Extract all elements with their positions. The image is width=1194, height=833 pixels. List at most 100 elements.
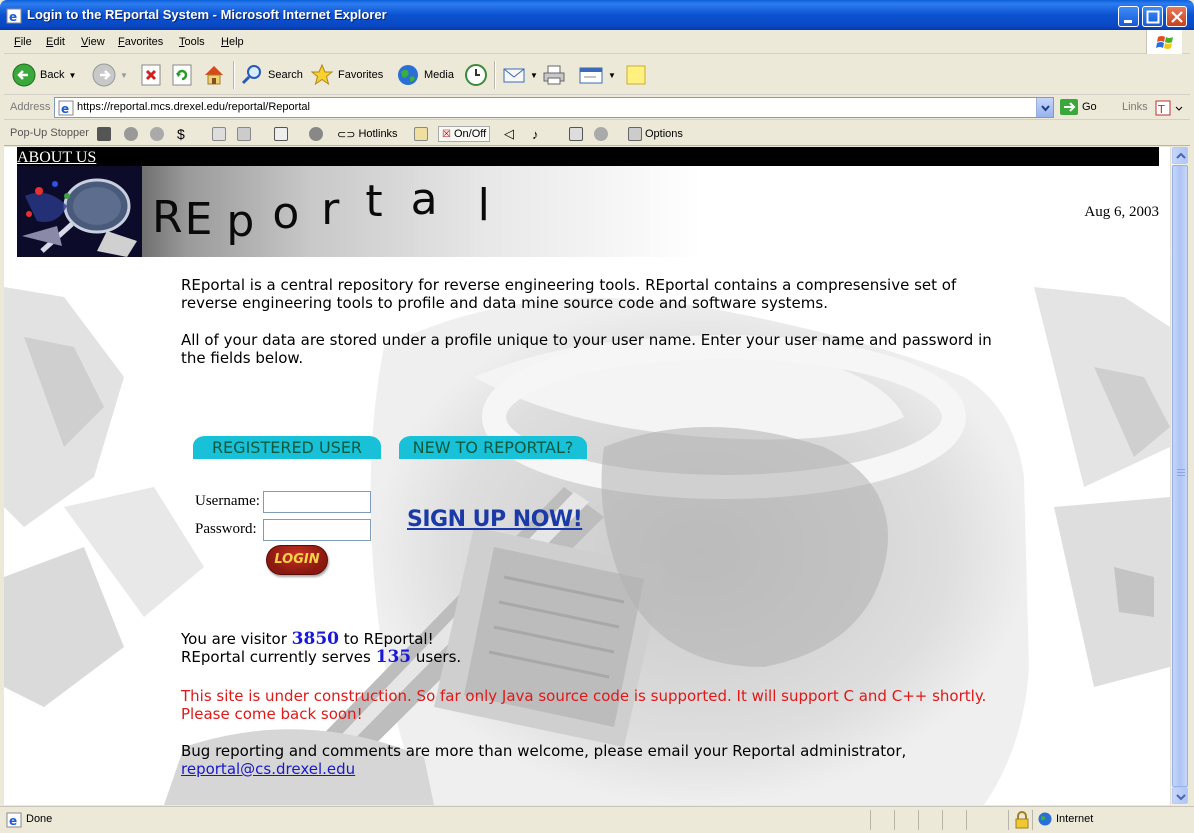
folder-icon[interactable] — [414, 126, 428, 142]
close-button[interactable] — [1166, 6, 1187, 27]
address-url: https://reportal.mcs.drexel.edu/reportal… — [77, 101, 310, 113]
popup-tool-window-icon[interactable] — [569, 126, 583, 142]
admin-email-link[interactable]: reportal@cs.drexel.edu — [181, 760, 355, 778]
go-button[interactable]: Go — [1060, 99, 1097, 115]
mail-button[interactable]: ▼ — [502, 60, 538, 90]
forward-button[interactable]: ▼ — [92, 60, 128, 90]
current-date: Aug 6, 2003 — [1084, 204, 1159, 220]
menu-help[interactable]: Help — [221, 36, 244, 48]
svg-text:e: e — [9, 10, 17, 24]
options-button[interactable]: Options — [628, 126, 683, 142]
intro-paragraph-1: REportal is a central repository for rev… — [181, 276, 957, 312]
chevron-down-icon[interactable]: ▼ — [120, 71, 128, 80]
wordmark-letter: a — [410, 174, 438, 225]
home-button[interactable] — [202, 60, 226, 90]
reportal-banner: RE p o r t a l Aug 6, 2003 — [17, 166, 1159, 257]
music-note-icon[interactable]: ♪ — [532, 126, 539, 142]
menu-bar: File Edit View Favorites Tools Help — [4, 30, 1190, 54]
popup-block-icon: ☒ — [442, 128, 451, 140]
bug-report-text: Bug reporting and comments are more than… — [181, 742, 907, 760]
address-label: Address — [10, 101, 51, 113]
translate-icon[interactable]: T — [1154, 99, 1186, 117]
wordmark-letter: l — [477, 180, 490, 231]
speaker-icon[interactable]: ◁ — [504, 126, 514, 142]
standard-toolbar: Back ▼ ▼ Search Favorites Media ▼ ▼ — [4, 55, 1190, 95]
chevron-down-icon[interactable]: ▼ — [608, 71, 616, 80]
tab-new-to-reportal[interactable]: NEW TO REPORTAL? — [399, 436, 587, 459]
hotlinks-button[interactable]: ⊂⊃ Hotlinks — [337, 126, 398, 142]
onoff-button[interactable]: ☒ On/Off — [438, 126, 491, 142]
menu-favorites[interactable]: Favorites — [118, 36, 163, 48]
notes-button[interactable] — [624, 60, 648, 90]
popup-stopper-label: Pop-Up Stopper — [10, 127, 89, 139]
stop-button[interactable] — [141, 60, 161, 90]
popup-tool-windows-icon[interactable] — [274, 126, 288, 142]
back-label: Back — [40, 69, 65, 81]
menu-tools[interactable]: Tools — [179, 36, 205, 48]
maximize-button[interactable] — [1142, 6, 1163, 27]
sticky-note-icon — [626, 65, 646, 85]
username-field[interactable] — [263, 491, 371, 513]
status-divider — [966, 810, 967, 830]
forward-arrow-icon — [92, 63, 116, 87]
ie-icon: e — [6, 8, 22, 24]
vertical-scrollbar[interactable] — [1170, 147, 1188, 805]
sign-up-now-link[interactable]: SIGN UP NOW! — [407, 507, 583, 532]
lock-icon — [1015, 811, 1029, 829]
chevron-down-icon[interactable]: ▼ — [68, 71, 76, 80]
toolbar-separator — [233, 61, 235, 89]
about-us-link[interactable]: ABOUT US — [17, 149, 96, 167]
scroll-down-button[interactable] — [1172, 787, 1188, 804]
history-button[interactable] — [464, 60, 488, 90]
address-bar: Address e https://reportal.mcs.drexel.ed… — [4, 96, 1190, 120]
popup-tool-shield-icon[interactable] — [237, 126, 251, 142]
search-button[interactable]: Search — [240, 60, 303, 90]
back-button[interactable]: Back ▼ — [12, 60, 76, 90]
popup-tool-1-icon[interactable] — [97, 126, 111, 142]
search-label: Search — [268, 69, 303, 81]
favorites-button[interactable]: Favorites — [310, 60, 383, 90]
password-field[interactable] — [263, 519, 371, 541]
page-icon: e — [58, 100, 74, 116]
media-label: Media — [424, 69, 454, 81]
popup-tool-home-icon[interactable] — [212, 126, 226, 142]
intro-paragraph-2: All of your data are stored under a prof… — [181, 331, 992, 367]
printer-icon — [543, 65, 565, 85]
address-dropdown-button[interactable] — [1036, 98, 1053, 117]
print-button[interactable] — [542, 60, 566, 90]
edit-button[interactable]: ▼ — [578, 60, 616, 90]
home-icon — [205, 66, 223, 85]
chevron-down-icon — [1041, 105, 1050, 112]
dollar-icon[interactable]: $ — [177, 126, 185, 142]
refresh-button[interactable] — [172, 60, 192, 90]
svg-text:e: e — [9, 814, 17, 828]
password-label: Password: — [195, 521, 257, 537]
popup-stopper-toolbar: Pop-Up Stopper $ ⊂⊃ Hotlinks ☒ On/Off ◁ … — [4, 122, 1190, 146]
links-label[interactable]: Links — [1122, 101, 1148, 113]
popup-tool-globe-icon[interactable] — [594, 126, 608, 142]
hotlinks-bulb-icon[interactable] — [309, 126, 323, 142]
visitor-count: 3850 — [291, 629, 339, 649]
address-input[interactable]: e https://reportal.mcs.drexel.edu/report… — [54, 97, 1054, 118]
onoff-label: On/Off — [453, 128, 487, 140]
menu-view[interactable]: View — [81, 36, 105, 48]
login-button[interactable]: LOGIN — [266, 545, 328, 575]
tab-registered-user[interactable]: REGISTERED USER — [193, 436, 381, 459]
status-divider — [870, 810, 871, 830]
menu-edit[interactable]: Edit — [46, 36, 65, 48]
users-line: REportal currently serves 135 users. — [181, 648, 461, 666]
media-button[interactable]: Media — [396, 60, 454, 90]
top-black-bar — [17, 147, 1159, 166]
wordmark-letter: t — [365, 176, 383, 227]
chevron-down-icon[interactable]: ▼ — [530, 71, 538, 80]
svg-text:e: e — [61, 102, 69, 116]
scroll-grip — [1177, 475, 1185, 476]
cookie-icon[interactable] — [150, 126, 164, 142]
scroll-up-button[interactable] — [1172, 147, 1188, 164]
username-label: Username: — [195, 493, 260, 509]
popup-tool-2-icon[interactable] — [124, 126, 138, 142]
minimize-button[interactable] — [1118, 6, 1139, 27]
scroll-thumb[interactable] — [1172, 165, 1188, 787]
construction-warning: This site is under construction. So far … — [181, 687, 987, 723]
menu-file[interactable]: File — [14, 36, 32, 48]
